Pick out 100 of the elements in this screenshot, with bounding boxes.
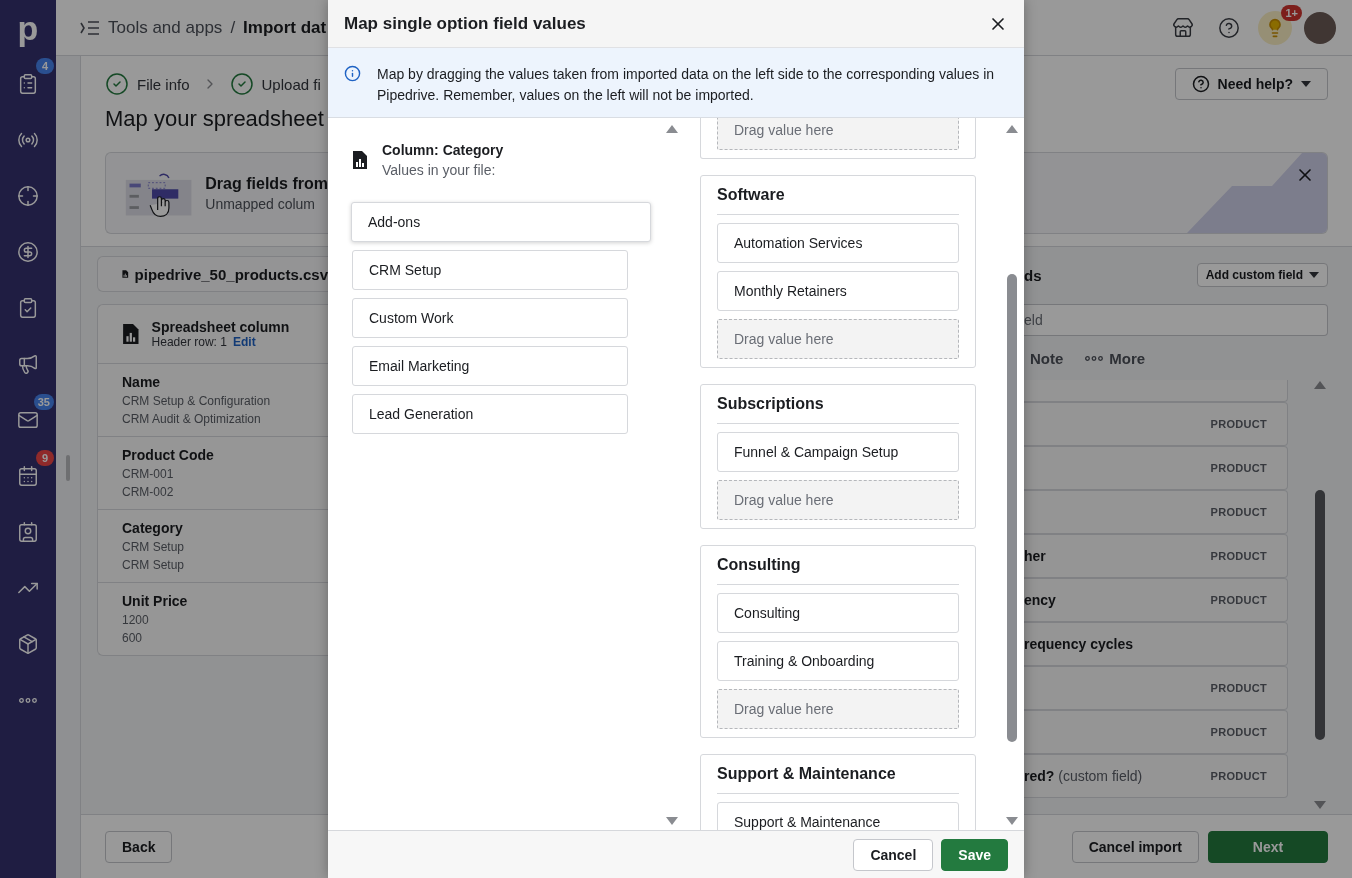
more-icon	[19, 697, 37, 703]
menu-icon[interactable]	[80, 19, 100, 36]
count-badge: 9	[36, 450, 54, 466]
header-row-label: Header row: 1	[151, 335, 227, 349]
caret-icon	[1301, 81, 1311, 87]
help-dropdown-button[interactable]: Need help?	[1174, 68, 1328, 100]
store-icon[interactable]	[1172, 16, 1194, 39]
field-row[interactable]: PRODUCT	[1024, 446, 1288, 490]
mapped-value-chip[interactable]: Consulting	[717, 593, 959, 633]
mapped-value-chip[interactable]: Monthly Retainers	[717, 271, 959, 311]
user-avatar[interactable]	[1304, 11, 1336, 44]
banner-title: Drag fields from	[205, 174, 328, 193]
column-sample-value: CRM Setup	[122, 539, 186, 556]
mapped-value-chip[interactable]: Training & Onboarding	[717, 641, 959, 681]
column-name: Category	[122, 520, 184, 536]
field-name: ency	[1024, 592, 1056, 608]
more-icon	[1085, 355, 1104, 361]
count-badge: 35	[33, 394, 54, 410]
option-title: Software	[717, 176, 959, 215]
option-title: Consulting	[717, 546, 959, 585]
field-row[interactable]: PRODUCT	[1024, 710, 1288, 754]
section-heading: ds	[1024, 266, 1042, 284]
filter-tab[interactable]: More	[1085, 349, 1146, 367]
card-title: Spreadsheet column	[151, 319, 290, 335]
column-sample-value: 600	[122, 630, 144, 647]
file-value-chip[interactable]: Add-ons	[351, 202, 651, 242]
drop-zone[interactable]: Drag value here	[717, 319, 959, 359]
scroll-down-icon[interactable]	[665, 816, 679, 826]
edit-link[interactable]: Edit	[232, 335, 256, 349]
field-row[interactable]: red? (custom field) PRODUCT	[1024, 754, 1288, 798]
banner-subtitle: Unmapped colum	[205, 195, 317, 212]
count-badge: 4	[36, 58, 54, 74]
help-icon	[1191, 75, 1210, 93]
drop-zone[interactable]: Drag value here	[717, 118, 959, 150]
breadcrumb-link[interactable]: Tools and apps	[108, 17, 223, 38]
field-name: her	[1024, 548, 1046, 564]
contact-card-icon	[17, 521, 39, 543]
column-sample-value: CRM Setup	[122, 557, 186, 574]
column-sample-value: CRM Audit & Optimization	[122, 411, 262, 428]
box-icon	[17, 633, 39, 655]
clipboard-check-icon	[17, 297, 39, 319]
scroll-up-icon[interactable]	[1313, 380, 1327, 390]
field-row[interactable]	[1024, 380, 1288, 402]
mapped-value-chip[interactable]: Automation Services	[717, 223, 959, 263]
entity-tag: PRODUCT	[1210, 462, 1267, 474]
help-icon[interactable]	[1218, 16, 1240, 39]
file-value-chip[interactable]: CRM Setup	[352, 250, 628, 290]
add-custom-field-button[interactable]: Add custom field	[1196, 263, 1328, 287]
step-label: Upload fi	[229, 72, 321, 96]
column-name: Unit Price	[122, 593, 189, 609]
breadcrumb-current: Import dat	[243, 17, 327, 38]
file-chart-icon	[352, 150, 368, 170]
entity-tag: PRODUCT	[1210, 682, 1267, 694]
save-button[interactable]: Save	[941, 838, 1008, 871]
next-button[interactable]: Next	[1208, 830, 1328, 863]
mapped-value-chip[interactable]: Funnel & Campaign Setup	[717, 432, 959, 472]
field-row[interactable]: PRODUCT	[1024, 666, 1288, 710]
column-sample-value: CRM-002	[122, 484, 175, 501]
logo[interactable]: p	[17, 0, 39, 56]
column-sample-value: 1200	[122, 612, 150, 629]
option-title: Support & Maintenance	[717, 755, 959, 794]
dollar-icon	[17, 241, 39, 263]
filter-tab[interactable]: Note	[1030, 349, 1064, 367]
scroll-down-icon[interactable]	[1313, 800, 1327, 810]
field-row[interactable]: her PRODUCT	[1024, 534, 1288, 578]
field-row[interactable]: PRODUCT	[1024, 402, 1288, 446]
list-icon	[17, 73, 39, 95]
file-value-chip[interactable]: Email Marketing	[352, 346, 628, 386]
scroll-up-icon[interactable]	[1005, 124, 1019, 134]
column-title: Column: Category	[382, 142, 504, 158]
file-tab[interactable]: pipedrive_50_products.csv	[97, 256, 328, 292]
option-title: Subscriptions	[717, 385, 959, 424]
mail-icon	[17, 409, 39, 431]
search-field[interactable]: eld	[1024, 304, 1328, 336]
entity-tag: PRODUCT	[1210, 550, 1267, 562]
field-row[interactable]: ency PRODUCT	[1024, 578, 1288, 622]
column-name: Name	[122, 374, 162, 390]
info-icon	[344, 65, 361, 82]
field-row[interactable]: requency cycles	[1024, 622, 1288, 666]
scroll-down-icon[interactable]	[1005, 816, 1019, 826]
scroll-up-icon[interactable]	[665, 124, 679, 134]
step-label: File info	[105, 72, 190, 96]
field-row[interactable]: PRODUCT	[1024, 490, 1288, 534]
cancel-import-button[interactable]: Cancel import	[1071, 830, 1199, 863]
column-subtitle: Values in your file:	[382, 162, 497, 178]
drop-zone[interactable]: Drag value here	[717, 480, 959, 520]
entity-tag: PRODUCT	[1210, 594, 1267, 606]
drop-zone[interactable]: Drag value here	[717, 689, 959, 729]
resize-handle[interactable]	[66, 455, 70, 481]
column-sample-value: CRM Setup & Configuration	[122, 393, 272, 410]
entity-tag: PRODUCT	[1210, 418, 1267, 430]
file-value-chip[interactable]: Custom Work	[352, 298, 628, 338]
cancel-button[interactable]: Cancel	[853, 838, 934, 871]
calendar-icon	[17, 465, 39, 487]
back-button[interactable]: Back	[105, 830, 173, 863]
mapped-value-chip[interactable]: Support & Maintenance	[717, 802, 959, 830]
entity-tag: PRODUCT	[1210, 506, 1267, 518]
entity-tag: PRODUCT	[1210, 770, 1267, 782]
target-icon	[17, 185, 39, 207]
file-value-chip[interactable]: Lead Generation	[352, 394, 628, 434]
